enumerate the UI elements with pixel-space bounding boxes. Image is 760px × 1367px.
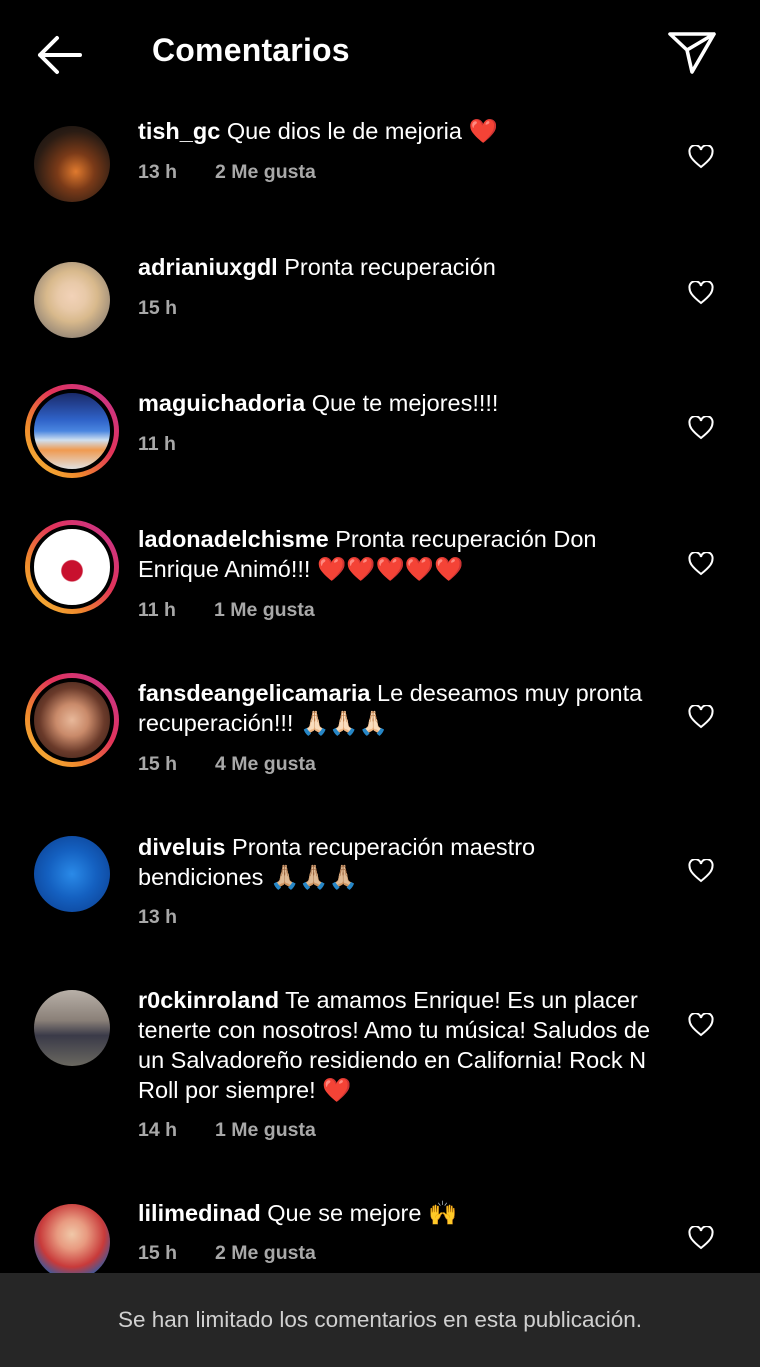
comment-likes[interactable]: 1 Me gusta [215, 1119, 316, 1141]
avatar-story-ring[interactable] [25, 384, 119, 478]
comment-time: 13 h [138, 161, 178, 183]
comment-meta: 13 h [138, 906, 177, 929]
back-button[interactable] [30, 30, 86, 80]
comment-text: fansdeangelicamaria Le deseamos muy pron… [138, 678, 658, 738]
comment-username[interactable]: diveluis [138, 834, 226, 860]
comment-username[interactable]: fansdeangelicamaria [138, 680, 371, 706]
comments-list: tish_gc Que dios le de mejoria ❤️ 13 h 2 … [0, 105, 760, 1273]
comment-meta: 11 h [138, 433, 176, 456]
heart-icon[interactable] [688, 1013, 714, 1037]
heart-icon[interactable] [688, 552, 714, 576]
comment-time: 13 h [138, 906, 178, 928]
avatar[interactable] [25, 117, 119, 211]
heart-icon[interactable] [688, 705, 714, 729]
comment-text: diveluis Pronta recuperación maestro ben… [138, 832, 658, 892]
paper-plane-icon [668, 32, 716, 74]
comment-emoji: ❤️ [322, 1077, 352, 1103]
avatar[interactable] [25, 827, 119, 921]
header-bar: Comentarios [0, 0, 760, 105]
comment-username[interactable]: r0ckinroland [138, 987, 279, 1013]
comment-body: Que te mejores!!!! [311, 390, 499, 416]
comment-username[interactable]: ladonadelchisme [138, 526, 329, 552]
comment-emoji: ❤️❤️❤️❤️❤️ [316, 556, 464, 582]
comment-username[interactable]: maguichadoria [138, 390, 305, 416]
comment-body: Pronta recuperación [284, 254, 496, 280]
comment-text: adrianiuxgdl Pronta recuperación [138, 252, 658, 282]
comment-text: tish_gc Que dios le de mejoria ❤️ [138, 116, 658, 146]
comment-text: maguichadoria Que te mejores!!!! [138, 388, 658, 418]
avatar[interactable] [25, 253, 119, 347]
comment-meta: 13 h 2 Me gusta [138, 161, 316, 184]
heart-icon[interactable] [688, 1226, 714, 1250]
comment-emoji: 🙏🏻🙏🏻🙏🏻 [299, 710, 388, 736]
comment-likes[interactable]: 4 Me gusta [215, 753, 316, 775]
comment-emoji: ❤️ [468, 118, 498, 144]
comment-meta: 11 h 1 Me gusta [138, 599, 315, 622]
comment-likes[interactable]: 2 Me gusta [215, 1242, 316, 1264]
heart-icon[interactable] [688, 859, 714, 883]
comment-emoji: 🙌 [427, 1200, 458, 1226]
avatar[interactable] [25, 981, 119, 1075]
comment-text: r0ckinroland Te amamos Enrique! Es un pl… [138, 985, 658, 1105]
heart-icon[interactable] [688, 281, 714, 305]
comment-username[interactable]: lilimedinad [138, 1200, 261, 1226]
avatar-story-ring[interactable] [25, 520, 119, 614]
comment-time: 15 h [138, 297, 178, 319]
comment-body: Que dios le de mejoria [226, 118, 462, 144]
comment-time: 11 h [138, 433, 176, 455]
comment-time: 14 h [138, 1119, 178, 1141]
comment-username[interactable]: adrianiuxgdl [138, 254, 278, 280]
avatar-story-ring[interactable] [25, 673, 119, 767]
comment-time: 15 h [138, 753, 178, 775]
page-title: Comentarios [152, 32, 350, 68]
heart-icon[interactable] [688, 145, 714, 169]
avatar[interactable] [25, 1195, 119, 1273]
comment-meta: 15 h 2 Me gusta [138, 1242, 316, 1265]
comment-time: 11 h [138, 599, 176, 621]
comment-username[interactable]: tish_gc [138, 118, 220, 144]
comment-likes[interactable]: 2 Me gusta [215, 161, 316, 183]
comment-body: Que se mejore [267, 1200, 422, 1226]
heart-icon[interactable] [688, 416, 714, 440]
comment-meta: 15 h 4 Me gusta [138, 753, 316, 776]
arrow-left-icon [38, 36, 82, 74]
share-button[interactable] [664, 26, 720, 78]
comment-text: ladonadelchisme Pronta recuperación Don … [138, 524, 658, 584]
comment-meta: 15 h [138, 297, 177, 320]
comment-meta: 14 h 1 Me gusta [138, 1119, 316, 1142]
comment-likes[interactable]: 1 Me gusta [214, 599, 315, 621]
comment-time: 15 h [138, 1242, 178, 1264]
comment-emoji: 🙏🏼🙏🏼🙏🏼 [269, 864, 358, 890]
comment-text: lilimedinad Que se mejore 🙌 [138, 1198, 658, 1228]
comments-limited-notice: Se han limitado los comentarios en esta … [0, 1273, 760, 1367]
